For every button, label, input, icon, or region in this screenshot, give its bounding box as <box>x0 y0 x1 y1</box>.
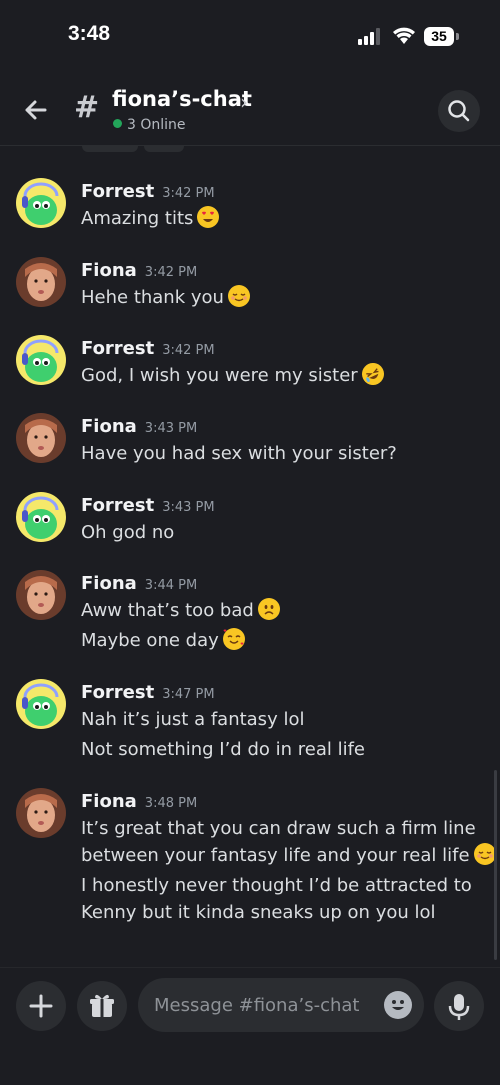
message-timestamp: 3:43 PM <box>162 500 215 515</box>
status-time: 3:48 <box>68 22 111 45</box>
message-text: between your fantasy life and your real … <box>81 842 496 869</box>
avatar-forrest[interactable] <box>16 492 66 542</box>
message-timestamp: 3:43 PM <box>144 421 198 436</box>
message-timestamp: 3:42 PM <box>162 343 215 358</box>
message-timestamp: 3:48 PM <box>144 796 198 811</box>
wifi-icon <box>393 27 415 44</box>
message-author[interactable]: Fiona 3:43 PM <box>81 416 197 437</box>
message-author[interactable]: Fiona 3:42 PM <box>81 260 197 281</box>
search-icon <box>448 100 470 122</box>
slightly-frowning-emoji-icon <box>257 598 280 620</box>
avatar-fiona[interactable] <box>16 570 66 620</box>
message-text: Maybe one day <box>81 627 491 654</box>
chevron-right-icon[interactable]: › <box>240 90 248 114</box>
smiling-with-hearts-emoji-icon <box>222 628 245 650</box>
avatar-forrest[interactable] <box>16 679 66 729</box>
online-dot-icon <box>113 119 122 128</box>
gift-button[interactable] <box>77 981 127 1031</box>
message-author[interactable]: Forrest 3:47 PM <box>81 682 215 703</box>
reaction-peek <box>144 146 184 152</box>
message-text: Oh god no <box>81 522 175 543</box>
online-status: 3 Online <box>113 117 186 133</box>
avatar-fiona[interactable] <box>16 257 66 307</box>
message-text: Not something I’d do in real life <box>81 739 365 760</box>
message-text: Aww that’s too bad <box>81 597 491 624</box>
microphone-icon <box>448 994 470 1020</box>
message-text: Hehe thank you <box>81 284 491 311</box>
message-timestamp: 3:44 PM <box>144 578 198 593</box>
message-author[interactable]: Fiona 3:44 PM <box>81 573 197 594</box>
back-button[interactable] <box>20 94 52 126</box>
channel-title[interactable]: fiona’s-chat <box>112 87 252 111</box>
message-text: It’s great that you can draw such a firm… <box>81 818 476 839</box>
message-author[interactable]: Fiona 3:48 PM <box>81 791 197 812</box>
add-attachment-button[interactable] <box>16 981 66 1031</box>
message-composer <box>0 967 500 1085</box>
relieved-emoji-icon <box>227 285 250 307</box>
message-timestamp: 3:42 PM <box>162 186 215 201</box>
channel-header: # fiona’s-chat › 3 Online <box>0 72 500 146</box>
status-bar: 3:48 35 <box>0 0 500 72</box>
emoji-icon <box>392 1000 404 1010</box>
heart-eyes-emoji-icon <box>197 206 220 228</box>
message-author[interactable]: Forrest 3:42 PM <box>81 181 215 202</box>
message-author[interactable]: Forrest 3:43 PM <box>81 495 215 516</box>
message-input[interactable] <box>138 978 424 1032</box>
message-text: Kenny but it kinda sneaks up on you lol <box>81 902 436 923</box>
message-text: Amazing tits <box>81 205 491 232</box>
message-text: Have you had sex with your sister? <box>81 443 397 464</box>
battery-indicator: 35 <box>424 27 454 46</box>
message-author[interactable]: Forrest 3:42 PM <box>81 338 215 359</box>
message-timestamp: 3:42 PM <box>144 265 198 280</box>
voice-message-button[interactable] <box>434 981 484 1031</box>
channel-hash-icon: # <box>74 90 100 125</box>
search-button[interactable] <box>438 90 480 132</box>
avatar-forrest[interactable] <box>16 335 66 385</box>
avatar-forrest[interactable] <box>16 178 66 228</box>
relieved-emoji-icon <box>473 843 496 865</box>
emoji-picker-button[interactable] <box>384 991 412 1019</box>
message-timestamp: 3:47 PM <box>162 687 215 702</box>
avatar-fiona[interactable] <box>16 413 66 463</box>
gift-icon <box>90 994 114 1017</box>
online-count: 3 Online <box>127 117 186 133</box>
message-text: God, I wish you were my sister <box>81 359 491 389</box>
battery-nub <box>456 33 459 40</box>
arrow-left-icon <box>25 100 47 120</box>
rofl-emoji-icon <box>358 359 388 389</box>
scrollbar[interactable] <box>494 770 497 960</box>
message-text: Nah it’s just a fantasy lol <box>81 709 305 730</box>
message-text: I honestly never thought I’d be attracte… <box>81 875 472 896</box>
cellular-signal-icon <box>358 28 384 45</box>
reaction-peek <box>82 146 138 152</box>
plus-icon <box>29 994 53 1018</box>
avatar-fiona[interactable] <box>16 788 66 838</box>
